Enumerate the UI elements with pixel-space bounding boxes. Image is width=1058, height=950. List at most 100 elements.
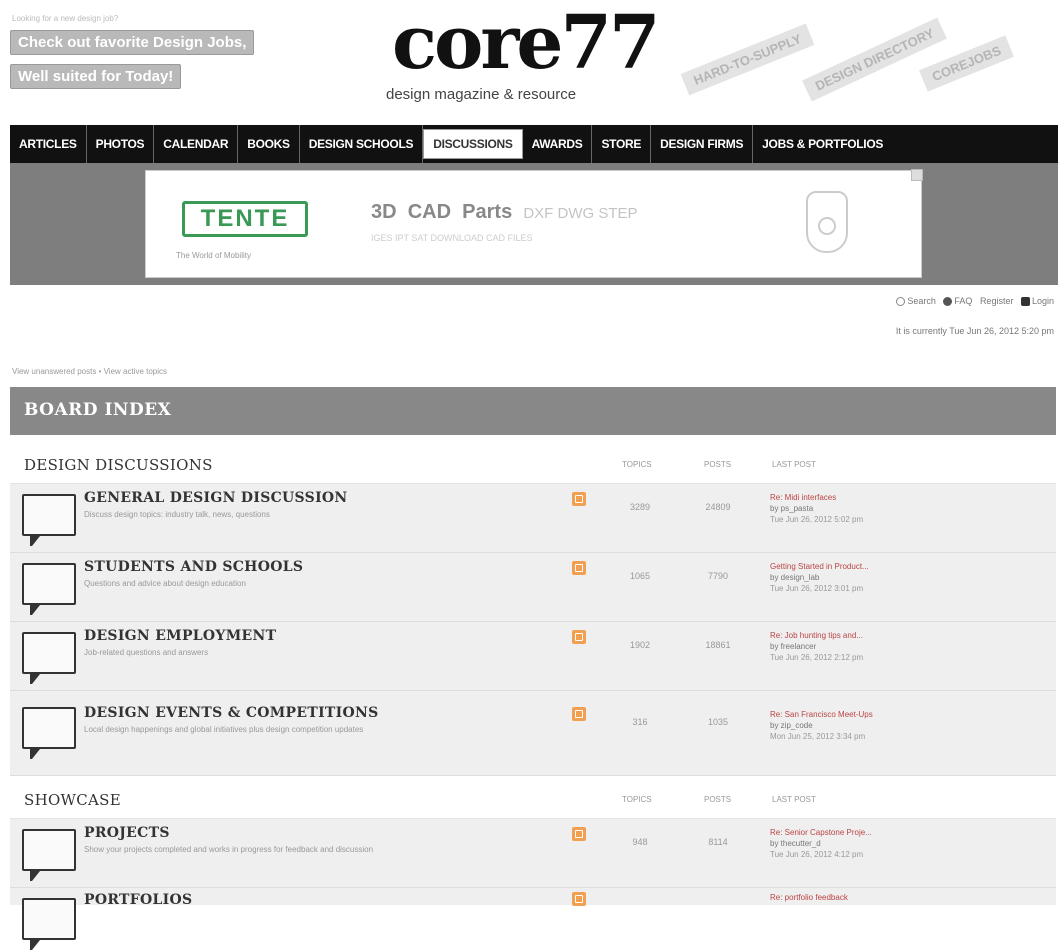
faq-link[interactable]: FAQ (943, 296, 972, 307)
promo-caption: Looking for a new design job? (12, 14, 119, 23)
forum-row[interactable]: DESIGN EMPLOYMENT Job-related questions … (10, 622, 1056, 691)
board-index-header: BOARD INDEX (10, 387, 1056, 435)
forum-description: Questions and advice about design educat… (84, 579, 246, 588)
tente-ad-banner[interactable]: TENTE The World of Mobility 3D CAD Parts… (145, 169, 923, 278)
header-sign-1[interactable]: HARD-TO-SUPPLY (680, 23, 815, 96)
board-index-title: BOARD INDEX (24, 400, 172, 420)
tente-tagline: The World of Mobility (176, 251, 251, 260)
register-link[interactable]: Register (980, 296, 1014, 306)
last-post: Re: San Francisco Meet-Ups by zip_code M… (770, 709, 873, 742)
nav-photos[interactable]: PHOTOS (87, 125, 155, 163)
login-link[interactable]: Login (1020, 296, 1054, 307)
core77-logo[interactable]: core77 (392, 4, 662, 82)
last-post: Re: Midi interfaces by ps_pasta Tue Jun … (770, 492, 863, 525)
forum-title[interactable]: DESIGN EVENTS & COMPETITIONS (84, 705, 378, 721)
last-post-author[interactable]: by thecutter_d (770, 838, 872, 849)
nav-books[interactable]: BOOKS (238, 125, 300, 163)
col-posts: POSTS (704, 795, 732, 804)
col-last-post: LAST POST (772, 460, 816, 469)
last-post: Re: Senior Capstone Proje... by thecutte… (770, 827, 872, 860)
last-post-link[interactable]: Getting Started in Product... (770, 561, 869, 572)
lock-icon (1020, 297, 1030, 307)
nav-design-firms[interactable]: DESIGN FIRMS (651, 125, 754, 163)
nav-articles[interactable]: ARTICLES (10, 125, 87, 163)
posts-count: 18861 (705, 640, 731, 650)
forum-title[interactable]: DESIGN EMPLOYMENT (84, 628, 276, 644)
forum-row[interactable]: GENERAL DESIGN DISCUSSION Discuss design… (10, 484, 1056, 553)
current-time-note: It is currently Tue Jun 26, 2012 5:20 pm (895, 326, 1054, 336)
header-sign-2[interactable]: DESIGN DIRECTORY (802, 17, 948, 102)
topics-count: 1902 (629, 640, 651, 650)
forum-description: Local design happenings and global initi… (84, 725, 364, 734)
col-topics: TOPICS (622, 795, 652, 804)
search-link[interactable]: Search (896, 296, 936, 307)
last-post-time: Tue Jun 26, 2012 3:01 pm (770, 584, 864, 593)
banner-parts: Parts (462, 201, 513, 223)
logo-tagline: design magazine & resource (386, 86, 577, 103)
rss-feed-icon[interactable] (572, 892, 586, 906)
rss-feed-icon[interactable] (572, 630, 586, 644)
topics-count: 1065 (629, 571, 651, 581)
topics-count: 316 (632, 717, 648, 727)
tente-logo: TENTE (182, 201, 308, 237)
forum-row[interactable]: DESIGN EVENTS & COMPETITIONS Local desig… (10, 691, 1056, 776)
forum-title[interactable]: STUDENTS AND SCHOOLS (84, 559, 303, 575)
promo-jobs-button[interactable]: Check out favorite Design Jobs, (10, 30, 255, 55)
forum-row[interactable]: PROJECTS Show your projects completed an… (10, 819, 1056, 888)
rss-feed-icon[interactable] (572, 561, 586, 575)
topics-count: 948 (632, 837, 648, 847)
last-post-link[interactable]: Re: Midi interfaces (770, 492, 863, 503)
promo-today-button[interactable]: Well suited for Today! (10, 64, 182, 89)
banner-subline: IGES IPT SAT DOWNLOAD CAD FILES (371, 233, 533, 243)
last-post-link[interactable]: Re: Senior Capstone Proje... (770, 827, 872, 838)
forum-speech-bubble-icon (22, 632, 76, 684)
last-post-time: Tue Jun 26, 2012 4:12 pm (770, 850, 864, 859)
category-header-design-discussions: DESIGN DISCUSSIONS TOPICS POSTS LAST POS… (10, 447, 1056, 484)
posts-count: 1035 (707, 717, 729, 727)
nav-design-schools[interactable]: DESIGN SCHOOLS (300, 125, 424, 163)
category-name[interactable]: DESIGN DISCUSSIONS (24, 456, 213, 474)
main-nav: ARTICLES PHOTOS CALENDAR BOOKS DESIGN SC… (10, 125, 1058, 163)
unanswered-active-links[interactable]: View unanswered posts • View active topi… (12, 367, 167, 376)
col-last-post: LAST POST (772, 795, 816, 804)
nav-calendar[interactable]: CALENDAR (154, 125, 239, 163)
forum-row[interactable]: STUDENTS AND SCHOOLS Questions and advic… (10, 553, 1056, 622)
forum-description: Show your projects completed and works i… (84, 845, 374, 854)
rss-feed-icon[interactable] (572, 707, 586, 721)
banner-3d: 3D (371, 201, 397, 223)
forum-speech-bubble-icon (22, 898, 76, 950)
last-post-link[interactable]: Re: San Francisco Meet-Ups (770, 709, 873, 720)
nav-jobs-portfolios[interactable]: JOBS & PORTFOLIOS (753, 125, 892, 163)
last-post-link[interactable]: Re: Job hunting tips and... (770, 630, 863, 641)
last-post-author[interactable]: by zip_code (770, 720, 873, 731)
forum-title[interactable]: PORTFOLIOS (84, 892, 192, 908)
last-post-link[interactable]: Re: portfolio feedback (770, 892, 848, 903)
rss-feed-icon[interactable] (572, 492, 586, 506)
last-post-author[interactable]: by freelancer (770, 641, 863, 652)
banner-formats: DXF DWG STEP (523, 205, 638, 222)
forum-title[interactable]: PROJECTS (84, 825, 170, 841)
rss-feed-icon[interactable] (572, 827, 586, 841)
site-header: Looking for a new design job? Check out … (0, 0, 1058, 125)
col-topics: TOPICS (622, 460, 652, 469)
last-post: Getting Started in Product... by design_… (770, 561, 869, 594)
nav-awards[interactable]: AWARDS (523, 125, 593, 163)
banner-cad: CAD (407, 201, 452, 223)
last-post-author[interactable]: by ps_pasta (770, 503, 863, 514)
posts-count: 8114 (708, 837, 728, 847)
banner-headline: 3D CAD Parts DXF DWG STEP (371, 201, 638, 224)
ad-close-icon[interactable] (911, 169, 923, 181)
caster-wheel-icon (806, 191, 848, 253)
search-icon (896, 297, 906, 307)
forum-speech-bubble-icon (22, 563, 76, 615)
faq-icon (943, 297, 953, 307)
nav-discussions[interactable]: DISCUSSIONS (423, 129, 523, 159)
forum-row[interactable]: PORTFOLIOS Re: portfolio feedback (10, 888, 1056, 950)
last-post-time: Tue Jun 26, 2012 5:02 pm (770, 515, 864, 524)
category-name[interactable]: SHOWCASE (24, 791, 121, 809)
forum-title[interactable]: GENERAL DESIGN DISCUSSION (84, 490, 348, 506)
forum-speech-bubble-icon (22, 829, 76, 881)
category-header-showcase: SHOWCASE TOPICS POSTS LAST POST (10, 782, 1056, 819)
nav-store[interactable]: STORE (592, 125, 652, 163)
last-post-author[interactable]: by design_lab (770, 572, 869, 583)
